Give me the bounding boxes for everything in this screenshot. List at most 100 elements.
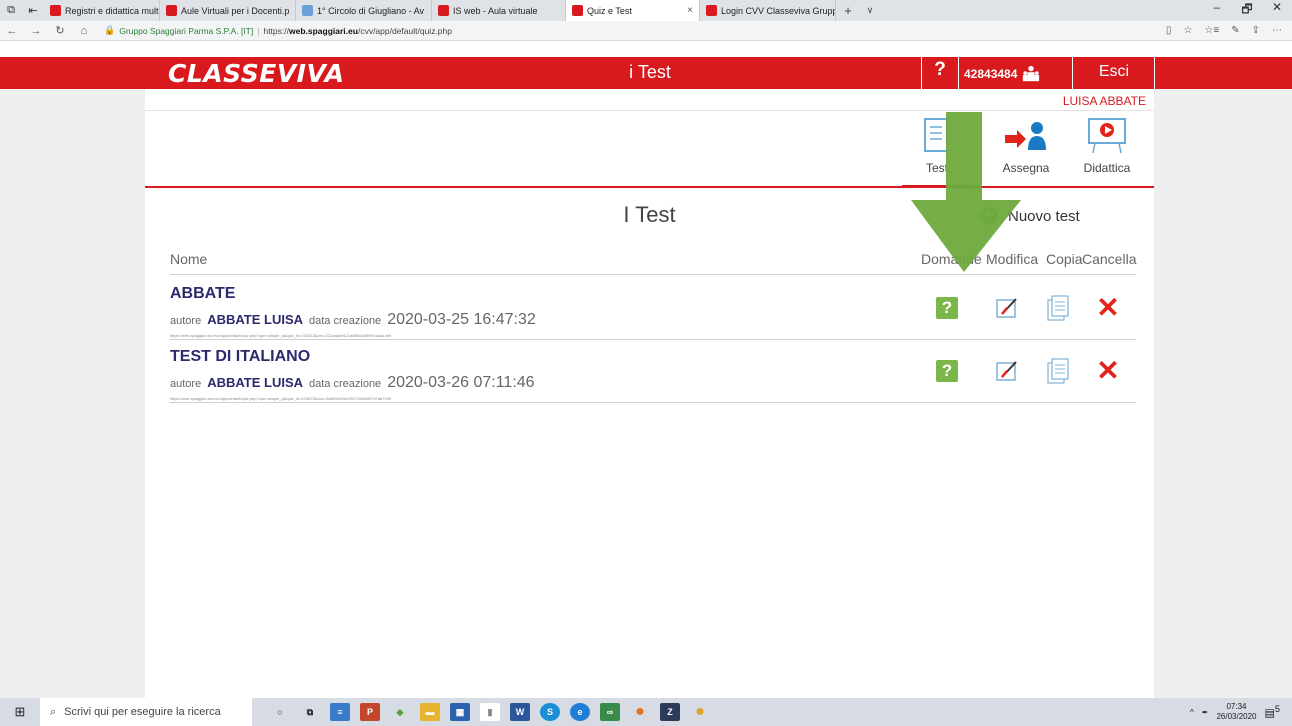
app-header: CLASSEVIVA i Test ? 42843484 Esci [0,57,1292,89]
maximize-icon[interactable]: 🗗 [1232,0,1262,21]
logout-button[interactable]: Esci [1074,63,1154,81]
reading-view-icon[interactable]: ▯ [1166,25,1172,36]
notes-icon[interactable]: ✎ [1231,25,1239,36]
task-view-icon[interactable]: ⧉ [300,703,320,721]
reload-icon[interactable]: ↻ [48,24,72,37]
taskbar-search-box[interactable]: ⌕ Scrivi qui per eseguire la ricerca [40,698,252,726]
close-window-icon[interactable]: ✕ [1262,0,1292,21]
table-row: TEST DI ITALIANO autore ABBATE LUISA dat… [170,341,1136,403]
minimize-icon[interactable]: – [1202,0,1232,21]
tab-list-chevron-icon[interactable]: ∨ [860,5,880,16]
more-icon[interactable]: ⋯ [1272,25,1282,36]
browser-tab-label: Login CVV Classeviva Grupp [721,5,836,16]
word-icon[interactable]: W [510,703,530,721]
questions-button[interactable]: ? [932,356,962,386]
divider [145,110,1154,111]
home-icon[interactable]: ⌂ [72,25,96,37]
table-row: ABBATE autore ABBATE LUISA data creazion… [170,278,1136,340]
address-bar: ← → ↻ ⌂ 🔒 Gruppo Spaggiari Parma S.P.A. … [0,21,1292,41]
favorite-star-icon[interactable]: ☆ [1183,25,1192,36]
clock[interactable]: 07:34 26/03/2020 [1216,702,1256,722]
url-text: https://web.spaggiari.eu/cvv/app/default… [263,25,452,36]
author-label: autore [170,315,202,327]
column-header-copy: Copia [1046,251,1083,267]
store-icon[interactable]: ▦ [450,703,470,721]
page-right-margin [1154,89,1292,698]
date-label: data creazione [309,378,382,390]
delete-button[interactable]: ✕ [1093,293,1123,323]
edit-button[interactable] [992,293,1022,323]
copy-button[interactable] [1042,293,1072,323]
favorites-bar-icon[interactable]: ☆≡ [1204,25,1219,36]
favicon-icon [50,5,61,16]
cortana-icon[interactable]: ○ [270,703,290,721]
tray-chevron-icon[interactable]: ^ [1190,708,1194,717]
edit-button[interactable] [992,356,1022,386]
app-icon[interactable]: ◆ [390,703,410,721]
search-icon: ⌕ [50,705,57,718]
author-name: ABBATE LUISA [207,375,304,390]
classeviva-logo[interactable]: CLASSEVIVA [168,59,344,88]
toolbar-item-label: Didattica [1083,161,1131,175]
question-mark-icon: ? [936,360,958,382]
copy-document-icon [1047,295,1069,321]
toolbar-item-didattica[interactable]: Didattica [1072,117,1142,175]
browser-tab[interactable]: Aule Virtuali per i Docenti.p [160,0,296,21]
test-meta: autore ABBATE LUISA data creazione 2020-… [170,311,536,329]
set-aside-tabs-icon[interactable]: ⇤ [22,0,44,21]
share-icon[interactable]: ⇪ [1252,25,1260,36]
clock-time: 07:34 [1226,702,1247,711]
lock-icon: 🔒 [104,25,116,35]
user-code[interactable]: 42843484 [964,65,1040,83]
author-label: autore [170,378,202,390]
favicon-icon [572,5,583,16]
firefox-icon[interactable]: ● [630,703,650,721]
app-icon[interactable]: Z [660,703,680,721]
browser-tab-label: Aule Virtuali per i Docenti.p [181,5,290,16]
test-url[interactable]: https://web.spaggiari.eu/cvv/app/default… [170,333,391,338]
delete-button[interactable]: ✕ [1093,356,1123,386]
test-url[interactable]: https://web.spaggiari.eu/cvv/app/default… [170,396,391,401]
url-field[interactable]: 🔒 Gruppo Spaggiari Parma S.P.A. [IT] | h… [104,25,452,36]
app-icon[interactable]: ≡ [330,703,350,721]
help-button[interactable]: ? [924,59,956,81]
tab-actions-icon[interactable]: ⧉ [0,0,22,21]
user-code-text: 42843484 [964,67,1018,81]
browser-tab[interactable]: 1° Circolo di Giugliano - Av [296,0,432,21]
test-title[interactable]: ABBATE [170,285,235,303]
forward-icon[interactable]: → [24,25,48,37]
clock-date: 26/03/2020 [1216,712,1257,721]
search-placeholder: Scrivi qui per eseguire la ricerca [64,706,221,718]
favicon-icon [302,5,313,16]
page-left-margin [0,89,145,698]
pen-workspace-icon[interactable]: ✒ [1202,708,1209,717]
copy-document-icon [1047,358,1069,384]
column-header-delete: Cancella [1082,251,1137,267]
browser-tab-label: Registri e didattica multime [65,5,159,16]
browser-tab[interactable]: Login CVV Classeviva Grupp [700,0,836,21]
browser-tab[interactable]: IS web - Aula virtuale [432,0,566,21]
copy-button[interactable] [1042,356,1072,386]
skype-icon[interactable]: S [540,703,560,721]
notes-app-icon[interactable]: ▮ [480,703,500,721]
tripadvisor-icon[interactable]: ∞ [600,703,620,721]
browser-tab[interactable]: Registri e didattica multime [44,0,160,21]
questions-button[interactable]: ? [932,293,962,323]
delete-x-icon: ✕ [1096,355,1120,386]
test-meta: autore ABBATE LUISA data creazione 2020-… [170,374,535,392]
close-tab-icon[interactable]: × [687,5,693,16]
browser-tab-active[interactable]: Quiz e Test × [566,0,700,21]
test-title[interactable]: TEST DI ITALIANO [170,348,310,366]
edge-icon[interactable]: e [570,703,590,721]
back-icon[interactable]: ← [0,25,24,37]
delete-x-icon: ✕ [1096,292,1120,323]
chrome-icon[interactable]: ● [690,703,710,721]
favicon-icon [706,5,717,16]
file-explorer-icon[interactable]: ▬ [420,703,440,721]
powerpoint-icon[interactable]: P [360,703,380,721]
notification-icon[interactable]: ▤5 [1265,704,1281,720]
taskbar-apps: ○ ⧉ ≡ P ◆ ▬ ▦ ▮ W S e ∞ ● Z ● [270,703,710,721]
windows-start-icon[interactable]: ⊞ [0,704,40,720]
annotation-arrow-icon [911,112,1021,272]
new-tab-button[interactable]: + [836,3,860,18]
